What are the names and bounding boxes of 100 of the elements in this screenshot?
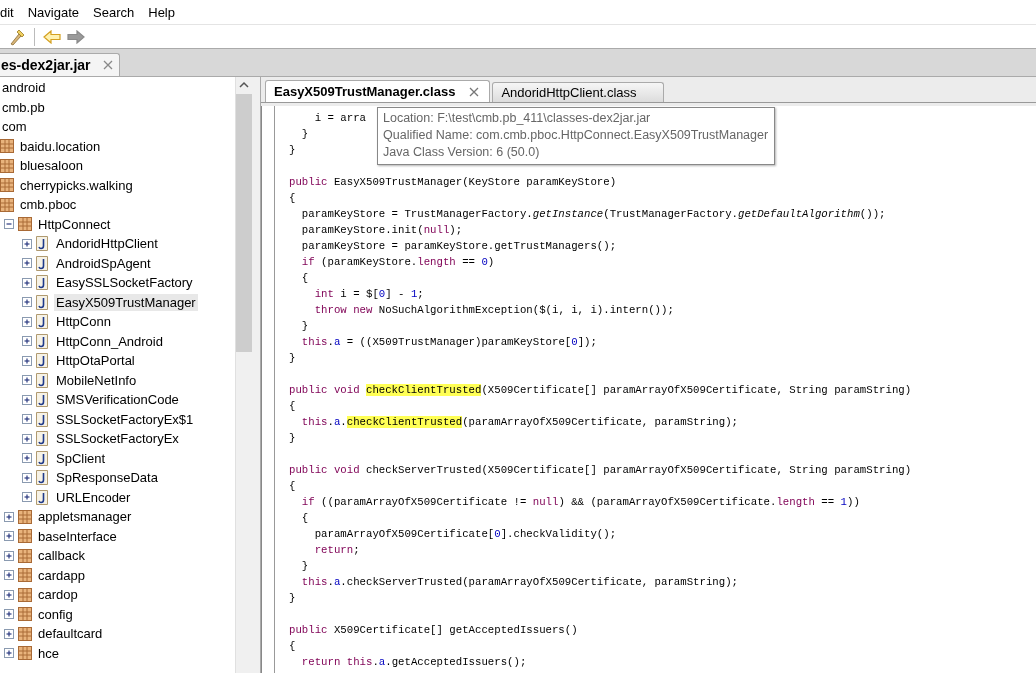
tree-item[interactable]: SpClient [54,449,108,467]
expand-toggle[interactable] [4,570,14,581]
tree-item[interactable]: SSLSocketFactoryEx [54,430,181,448]
expand-toggle[interactable] [22,492,32,503]
tree-item[interactable]: HttpConnect [36,215,113,233]
menu-item[interactable]: Search [93,4,149,20]
tooltip-line: Qualified Name: com.cmb.pboc.HttpConnect.EasyX509TrustManager [383,127,769,144]
expand-toggle[interactable] [22,316,32,327]
menu-item[interactable]: dit [0,4,28,20]
tree-item[interactable]: baidu.location [18,137,103,155]
expand-toggle[interactable] [22,394,32,405]
tree-item[interactable]: appletsmanager [36,508,134,526]
code-line: return this.a.getAcceptedIssuers(); [300,655,527,670]
expand-toggle[interactable] [22,375,32,386]
class-file-icon [36,470,48,486]
tree-item[interactable]: baseInterface [36,527,119,545]
file-tab[interactable]: es-dex2jar.jar [0,53,120,76]
class-file-icon [36,392,48,408]
expand-toggle[interactable] [4,531,14,542]
code-line: { [289,399,296,414]
class-file-icon [36,372,48,388]
tree-item[interactable]: AndroidSpAgent [54,254,153,272]
code-line: } [300,319,309,334]
code-line: public void checkServerTrusted(X509Certificate[] paramArrayOfX509Certificate, String paramString) [289,463,912,478]
tree-item[interactable]: com [0,118,29,136]
expand-toggle[interactable] [4,648,14,659]
tree-item[interactable]: SMSVerificationCode [54,391,181,409]
menu-item[interactable]: Help [148,4,189,20]
code-line: } [289,431,296,446]
code-line: paramArrayOfX509Certificate[0].checkValidity(); [313,527,617,542]
class-file-icon [36,314,48,330]
package-icon [18,607,32,622]
code-line: this.a = ((X509TrustManager)paramKeyStore[0]); [300,335,597,350]
code-line: { [300,271,309,286]
editor-tab[interactable]: AndoridHttpClient.class [492,82,664,102]
code-line: i = arra [313,111,366,126]
class-file-icon [36,489,48,505]
code-line: { [289,191,296,206]
code-line: public void checkClientTrusted(X509Certificate[] paramArrayOfX509Certificate, String paramString) [289,383,912,398]
tree-item[interactable]: HttpConn [54,313,113,331]
scrollbar[interactable] [235,77,252,673]
expand-toggle[interactable] [22,414,32,425]
expand-toggle[interactable] [4,628,14,639]
tree-item[interactable]: bluesaloon [18,157,85,175]
expand-toggle[interactable] [4,589,14,600]
tree-item[interactable]: HttpConn_Android [54,332,165,350]
close-icon[interactable] [102,60,113,70]
tree-item[interactable]: EasyX509TrustManager [54,293,198,311]
expand-toggle[interactable] [22,277,32,288]
expand-toggle[interactable] [4,219,14,230]
tree-item[interactable]: SSLSocketFactoryEx$1 [54,410,196,428]
expand-toggle[interactable] [4,609,14,620]
class-file-icon [36,236,48,252]
tree-item[interactable]: cmb.pb [0,98,47,116]
code-line: { [300,511,309,526]
class-file-icon [36,333,48,349]
class-file-icon [36,431,48,447]
code-line: } [289,591,296,606]
tree-item[interactable]: MobileNetInfo [54,371,139,389]
close-icon[interactable] [469,86,480,97]
expand-toggle[interactable] [22,355,32,366]
expand-toggle[interactable] [4,550,14,561]
package-icon [18,568,32,583]
class-file-icon [36,275,48,291]
tree-item[interactable]: AndoridHttpClient [54,235,160,253]
expand-toggle[interactable] [22,472,32,483]
tree-item[interactable]: cherrypicks.walking [18,176,135,194]
tree-item[interactable]: config [36,605,75,623]
tree-item[interactable]: EasySSLSocketFactory [54,274,195,292]
expand-toggle[interactable] [22,297,32,308]
tree-item[interactable]: hce [36,644,61,662]
code-line: this.a.checkServerTrusted(paramArrayOfX509Certificate, paramString); [300,575,738,590]
tree-item[interactable]: callback [36,547,87,565]
class-file-icon [36,450,48,466]
expand-toggle[interactable] [4,511,14,522]
editor-tab[interactable]: EasyX509TrustManager.class [265,80,491,102]
code-line: return; [313,543,360,558]
code-line: this.a.checkClientTrusted(paramArrayOfX509Certificate, paramString); [300,415,738,430]
tree-item[interactable]: SpResponseData [54,469,160,487]
package-icon [18,509,32,524]
tree-item[interactable]: android [0,79,48,97]
tree-item[interactable]: URLEncoder [54,488,133,506]
code-line: paramKeyStore = paramKeyStore.getTrustManagers(); [300,239,617,254]
package-icon [0,178,14,193]
expand-toggle[interactable] [22,336,32,347]
tree-item[interactable]: defaultcard [36,625,105,643]
tree-item[interactable]: cardop [36,586,80,604]
tree-item[interactable]: cmb.pboc [18,196,79,214]
code-line: if ((paramArrayOfX509Certificate != null) && (paramArrayOfX509Certificate.length == 1)) [300,495,860,510]
menu-item[interactable]: Navigate [27,4,94,20]
code-line: } [289,143,296,158]
code-line: } [300,127,309,142]
package-icon [18,626,32,641]
tree-item[interactable]: cardapp [36,566,87,584]
expand-toggle[interactable] [22,453,32,464]
expand-toggle[interactable] [22,258,32,269]
expand-toggle[interactable] [22,433,32,444]
wand-icon[interactable] [8,27,26,46]
tree-item[interactable]: HttpOtaPortal [54,352,137,370]
expand-toggle[interactable] [22,238,32,249]
